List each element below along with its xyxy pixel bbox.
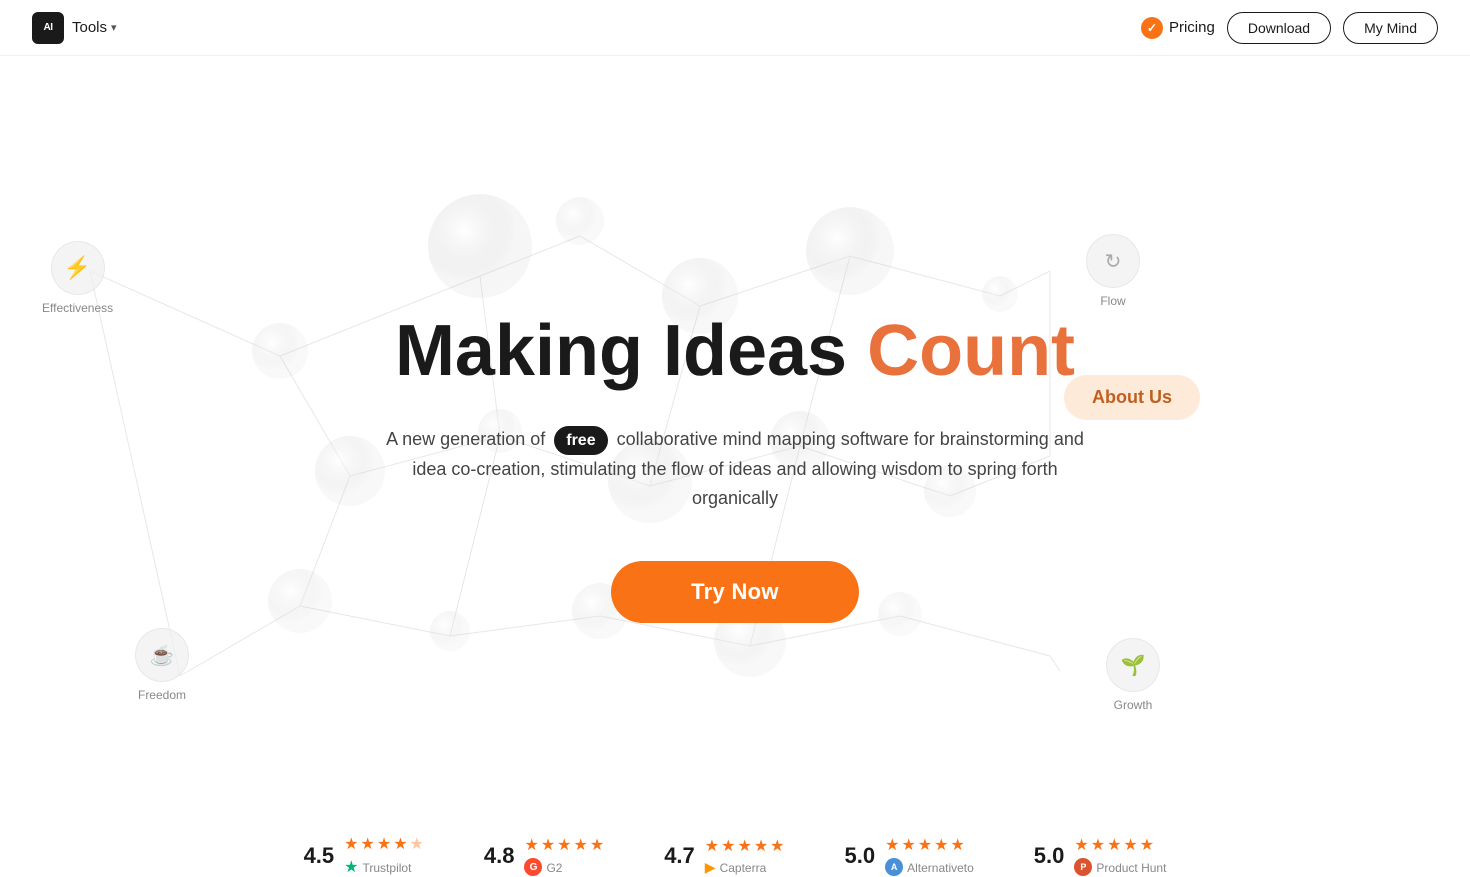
float-label-freedom: ☕ Freedom bbox=[135, 628, 189, 702]
g2-icon: G bbox=[524, 858, 542, 876]
ratings-bar: 4.5 ★ ★ ★ ★ ★ ★ Trustpilot 4.8 ★ bbox=[0, 814, 1470, 877]
float-label-flow: ↻ Flow bbox=[1086, 234, 1140, 308]
rating-producthunt: 5.0 ★ ★ ★ ★ ★ P Product Hunt bbox=[1034, 835, 1167, 876]
chevron-down-icon: ▾ bbox=[111, 21, 117, 34]
trustpilot-icon: ★ bbox=[344, 857, 358, 877]
pricing-button[interactable]: Pricing bbox=[1141, 17, 1215, 39]
freedom-icon: ☕ bbox=[135, 628, 189, 682]
rating-g2: 4.8 ★ ★ ★ ★ ★ G G2 bbox=[484, 835, 604, 876]
free-badge: free bbox=[554, 426, 607, 456]
navbar: AI Tools ▾ Pricing Download My Mind bbox=[0, 0, 1470, 56]
download-button[interactable]: Download bbox=[1227, 12, 1331, 44]
hero-content: Making Ideas Count A new generation of f… bbox=[385, 310, 1085, 622]
try-now-button[interactable]: Try Now bbox=[611, 561, 859, 623]
mymind-button[interactable]: My Mind bbox=[1343, 12, 1438, 44]
hero-subtitle: A new generation of free collaborative m… bbox=[385, 425, 1085, 513]
rating-alternativeto: 5.0 ★ ★ ★ ★ ★ A Alternativeto bbox=[845, 835, 974, 876]
effectiveness-icon: ⚡ bbox=[51, 241, 105, 295]
capterra-icon: ▶ bbox=[705, 859, 716, 876]
alternativeto-icon: A bbox=[885, 858, 903, 876]
capterra-stars: ★ ★ ★ ★ ★ bbox=[705, 836, 785, 856]
g2-stars: ★ ★ ★ ★ ★ bbox=[524, 835, 604, 855]
pricing-checkmark-icon bbox=[1141, 17, 1163, 39]
float-label-effectiveness: ⚡ Effectiveness bbox=[42, 241, 113, 315]
tools-menu-button[interactable]: Tools ▾ bbox=[72, 19, 117, 36]
navbar-right: Pricing Download My Mind bbox=[1141, 12, 1438, 44]
rating-trustpilot: 4.5 ★ ★ ★ ★ ★ ★ Trustpilot bbox=[304, 834, 424, 877]
navbar-left: AI Tools ▾ bbox=[32, 12, 117, 44]
logo-icon: AI bbox=[32, 12, 64, 44]
producthunt-icon: P bbox=[1074, 858, 1092, 876]
producthunt-stars: ★ ★ ★ ★ ★ bbox=[1074, 835, 1166, 855]
hero-title: Making Ideas Count bbox=[385, 310, 1085, 393]
hero-section: ⚡ Effectiveness ↻ Flow ☕ Freedom 🌱 Growt… bbox=[0, 56, 1470, 877]
alternativeto-stars: ★ ★ ★ ★ ★ bbox=[885, 835, 974, 855]
flow-icon: ↻ bbox=[1086, 234, 1140, 288]
float-label-growth: 🌱 Growth bbox=[1106, 638, 1160, 712]
growth-icon: 🌱 bbox=[1106, 638, 1160, 692]
rating-capterra: 4.7 ★ ★ ★ ★ ★ ▶ Capterra bbox=[664, 836, 784, 876]
trustpilot-stars: ★ ★ ★ ★ ★ bbox=[344, 834, 424, 854]
